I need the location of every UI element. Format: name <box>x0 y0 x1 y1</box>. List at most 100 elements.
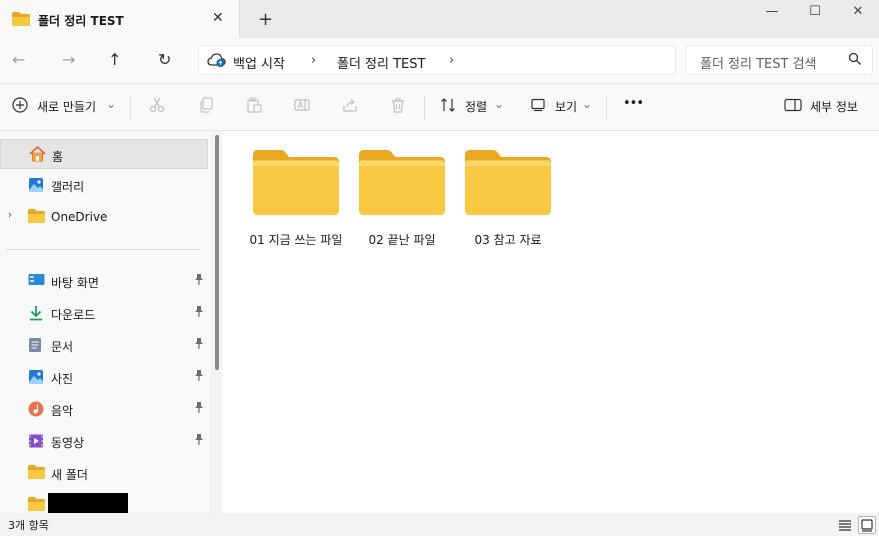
sidebar-item-videos[interactable]: 동영상 <box>0 426 208 456</box>
videos-icon <box>28 433 44 452</box>
rename-icon[interactable] <box>294 97 310 116</box>
file-list[interactable]: 01 지금 쓰는 파일 02 끝난 파일 03 참고 자료 <box>222 131 879 513</box>
sidebar-item-gallery[interactable]: 갤러리 <box>0 170 208 200</box>
new-plus-icon <box>12 97 28 116</box>
pin-icon[interactable] <box>194 338 204 352</box>
folder-icon <box>28 209 45 226</box>
status-bar: 3개 항목 <box>0 513 879 536</box>
new-button[interactable]: 새로 만들기 <box>37 98 96 115</box>
address-bar: ← → ↑ ↻ 백업 시작 › 폴더 정리 TEST › 폴더 정리 TEST … <box>0 38 879 84</box>
details-button[interactable]: 세부 정보 <box>810 98 858 115</box>
sidebar-item-documents[interactable]: 문서 <box>0 330 208 360</box>
sidebar-item-label: 음악 <box>51 404 74 418</box>
item-count: 3개 항목 <box>8 519 49 532</box>
home-icon <box>29 145 46 165</box>
pictures-icon <box>28 369 44 388</box>
refresh-button[interactable]: ↻ <box>158 50 171 69</box>
cut-icon[interactable] <box>149 97 165 116</box>
copy-icon[interactable] <box>198 97 214 116</box>
sidebar-item-downloads[interactable]: 다운로드 <box>0 298 208 328</box>
toolbar-divider <box>130 95 131 121</box>
search-placeholder: 폴더 정리 TEST 검색 <box>700 57 817 72</box>
folder-name: 02 끝난 파일 <box>368 233 436 247</box>
redacted-label <box>48 493 128 513</box>
chevron-right-icon[interactable]: › <box>8 210 12 221</box>
breadcrumb-item-backup[interactable]: 백업 시작 <box>233 53 285 72</box>
sidebar-item-redacted-folder[interactable] <box>0 491 208 513</box>
breadcrumb-separator-icon[interactable]: › <box>311 53 316 68</box>
pin-icon[interactable] <box>194 434 204 448</box>
share-icon[interactable] <box>342 97 358 116</box>
folder-name: 03 참고 자료 <box>474 233 542 247</box>
view-button[interactable]: 보기 <box>555 98 577 115</box>
gallery-icon <box>28 177 44 196</box>
chevron-down-icon[interactable]: ⌄ <box>582 97 592 111</box>
folder-large-icon <box>253 150 339 215</box>
breadcrumb-item-current[interactable]: 폴더 정리 TEST <box>337 53 425 72</box>
up-button[interactable]: ↑ <box>108 50 121 69</box>
chevron-down-icon[interactable]: ⌄ <box>106 97 116 111</box>
title-bar: 폴더 정리 TEST ✕ + — ☐ ✕ <box>0 0 879 38</box>
sidebar-scrollbar[interactable] <box>215 135 219 370</box>
sidebar-item-onedrive[interactable]: › OneDrive <box>0 202 208 232</box>
folder-large-icon <box>465 150 551 215</box>
navigation-pane[interactable]: 홈 갤러리 › OneDrive 바탕 화면 다운로드 문서 사진 음악 동영상… <box>0 131 210 513</box>
sidebar-item-home[interactable]: 홈 <box>0 139 208 169</box>
pin-icon[interactable] <box>194 306 204 320</box>
sidebar-item-new-folder[interactable]: 새 폴더 <box>0 458 208 488</box>
sidebar-item-music[interactable]: 음악 <box>0 394 208 424</box>
pin-icon[interactable] <box>194 402 204 416</box>
command-bar: 새로 만들기 ⌄ 정렬 ⌄ 보기 ⌄ ••• 세부 정보 <box>0 85 879 131</box>
pin-icon[interactable] <box>194 370 204 384</box>
folder-name: 01 지금 쓰는 파일 <box>249 233 343 247</box>
chevron-down-icon[interactable]: ⌄ <box>494 97 504 111</box>
details-pane-icon <box>784 98 802 115</box>
minimize-button[interactable]: — <box>750 4 794 24</box>
download-icon <box>28 305 44 324</box>
toolbar-divider <box>606 95 607 121</box>
breadcrumb[interactable]: 백업 시작 › 폴더 정리 TEST › <box>198 45 676 75</box>
sidebar-item-label: 홈 <box>52 150 64 164</box>
sidebar-item-label: 새 폴더 <box>51 468 88 482</box>
sidebar-item-label: 바탕 화면 <box>51 276 99 290</box>
close-window-button[interactable]: ✕ <box>836 4 879 24</box>
search-input[interactable]: 폴더 정리 TEST 검색 <box>685 45 873 75</box>
sort-button[interactable]: 정렬 <box>465 98 487 115</box>
folder-icon <box>28 465 45 482</box>
cloud-sync-icon <box>207 52 227 71</box>
sidebar-item-label: 다운로드 <box>51 308 96 322</box>
more-options-icon[interactable]: ••• <box>623 96 644 111</box>
tab-title: 폴더 정리 TEST <box>38 14 124 28</box>
view-icon <box>531 98 545 115</box>
desktop-icon <box>28 273 45 291</box>
tab-current-folder[interactable]: 폴더 정리 TEST ✕ <box>0 0 240 38</box>
maximize-button[interactable]: ☐ <box>793 4 837 24</box>
tab-close-icon[interactable]: ✕ <box>212 10 224 26</box>
sidebar-divider <box>6 249 200 250</box>
pin-icon[interactable] <box>194 274 204 288</box>
delete-icon[interactable] <box>390 97 406 116</box>
details-view-icon[interactable] <box>836 516 854 534</box>
folder-item[interactable]: 01 지금 쓰는 파일 <box>248 149 344 269</box>
search-icon <box>848 52 862 69</box>
new-tab-button[interactable]: + <box>258 9 273 30</box>
sort-icon <box>440 97 456 116</box>
folder-icon <box>12 12 30 29</box>
back-button[interactable]: ← <box>12 50 25 69</box>
sidebar-item-pictures[interactable]: 사진 <box>0 362 208 392</box>
sidebar-item-label: 문서 <box>51 340 74 354</box>
forward-button[interactable]: → <box>62 50 75 69</box>
paste-icon[interactable] <box>246 97 262 116</box>
folder-item[interactable]: 03 참고 자료 <box>460 149 556 269</box>
sidebar-item-desktop[interactable]: 바탕 화면 <box>0 266 208 296</box>
toolbar-divider <box>424 95 425 121</box>
sidebar-item-label: 사진 <box>51 372 74 386</box>
breadcrumb-separator-icon[interactable]: › <box>449 53 454 68</box>
large-icons-view-icon[interactable] <box>858 516 876 534</box>
folder-item[interactable]: 02 끝난 파일 <box>354 149 450 269</box>
document-icon <box>28 337 42 356</box>
sidebar-item-label: OneDrive <box>51 210 108 224</box>
music-icon <box>28 401 44 420</box>
sidebar-item-label: 동영상 <box>51 436 85 450</box>
sidebar-item-label: 갤러리 <box>51 180 85 194</box>
